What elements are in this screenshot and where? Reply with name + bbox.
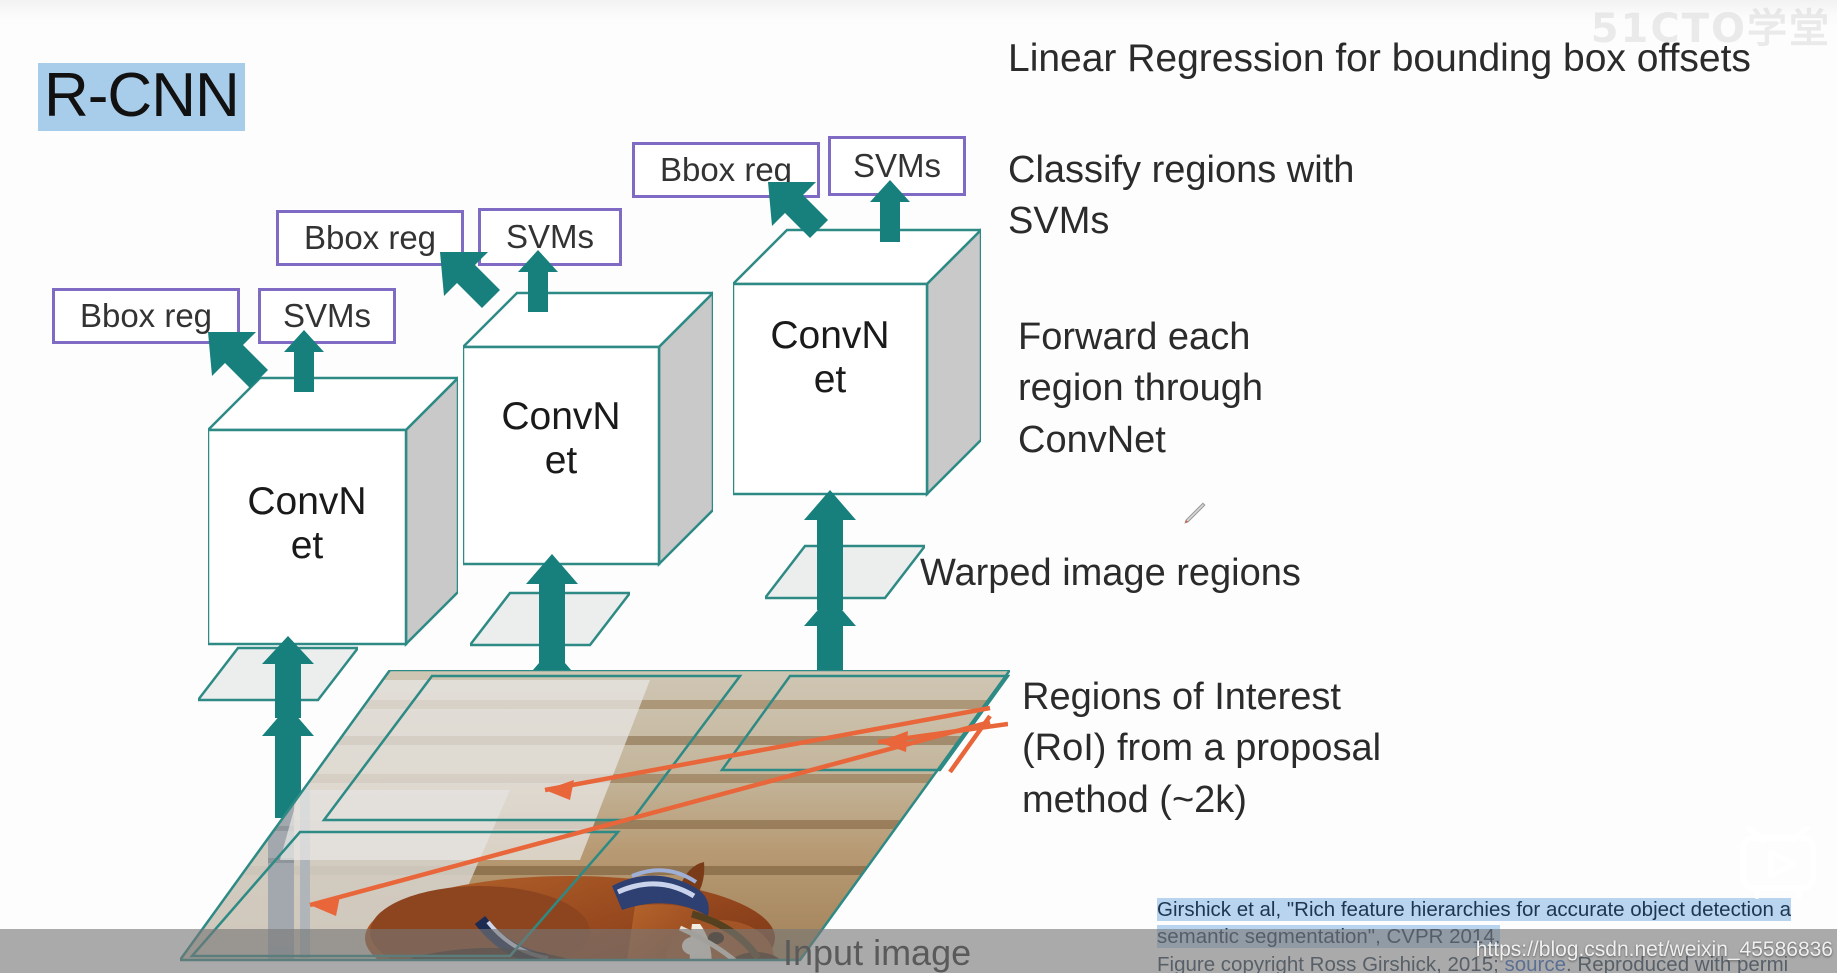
convnet-cube-1[interactable]: ConvNet (208, 370, 458, 650)
arrow-to-bbox-reg-3 (768, 182, 828, 238)
arrow-plate-to-convnet-3 (804, 490, 856, 610)
annotation-regions-of-interest: Regions of Interest (RoI) from a proposa… (1022, 676, 1382, 821)
arrow-to-bbox-reg-1 (208, 332, 268, 388)
pen-cursor-icon (1184, 502, 1206, 524)
convnet-cube-3[interactable]: ConvNet (733, 222, 981, 500)
convnet-cube-2[interactable]: ConvNet (463, 285, 713, 570)
annotation-linear-regression: Linear Regression for bounding box offse… (1008, 37, 1751, 80)
page-title: R-CNN (38, 63, 245, 131)
slide-canvas: 51CTO学堂 R-CNN Linear Regression for boun… (0, 0, 1837, 973)
convnet-label-1: ConvNet (247, 480, 367, 567)
tv-play-icon[interactable] (1737, 826, 1819, 900)
roi-pointer-arrowhead-right (877, 721, 1008, 752)
bbox-reg-label-2: Bbox reg (303, 219, 437, 256)
arrow-to-bbox-reg-2 (440, 252, 500, 308)
convnet-label-2: ConvNet (501, 395, 621, 482)
citation-line-1: Girshick et al, "Rich feature hierarchie… (1157, 898, 1791, 921)
blog-url-overlay: https://blog.csdn.net/weixin_45586836 (1475, 938, 1833, 961)
annotation-forward-region: Forward each region through ConvNet (1018, 316, 1264, 461)
annotation-warped-image-regions: Warped image regions (920, 552, 1301, 594)
annotation-classify-regions: Classify regions with SVMs (1008, 149, 1355, 243)
top-sheen (0, 0, 1837, 26)
bbox-reg-label-1: Bbox reg (79, 297, 213, 334)
convnet-label-3: ConvNet (770, 314, 890, 401)
